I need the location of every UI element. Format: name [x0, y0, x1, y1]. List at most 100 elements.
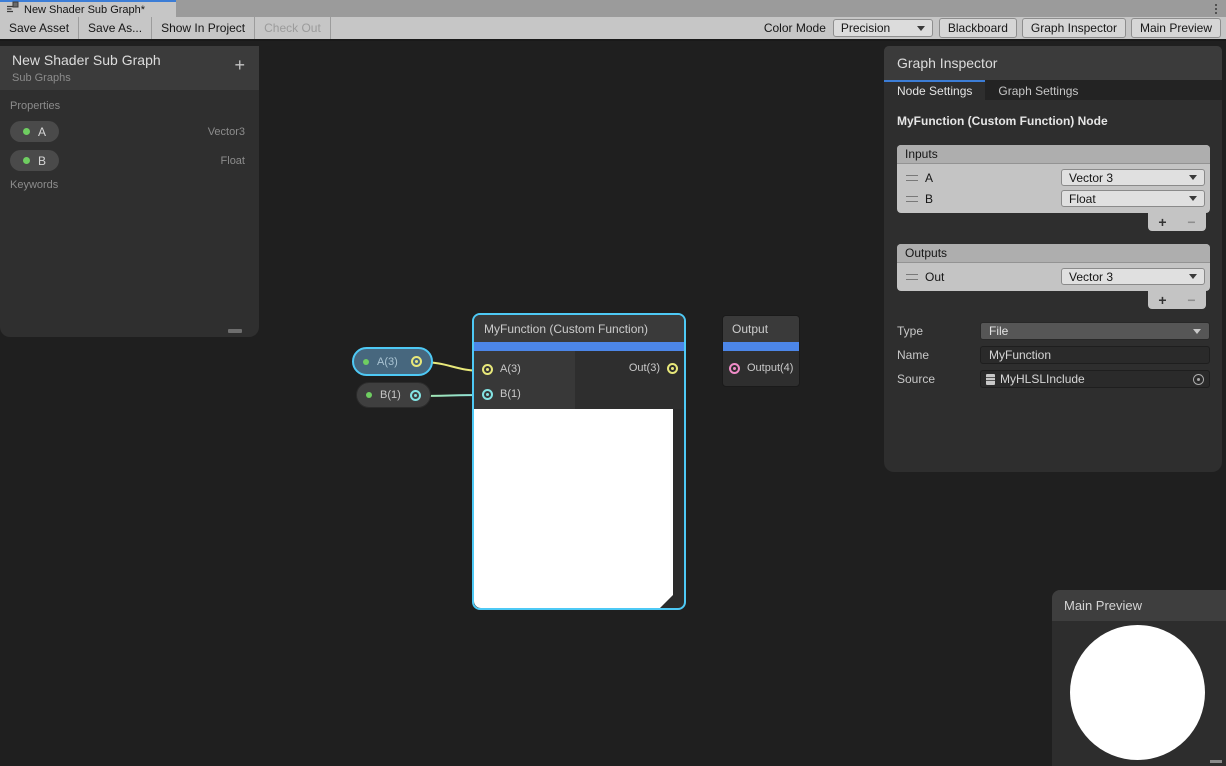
property-name: A: [38, 125, 46, 139]
port-label: B(1): [500, 388, 521, 400]
port-label: Output(4): [747, 362, 793, 374]
property-pill[interactable]: B: [10, 150, 59, 171]
type-label: Type: [897, 324, 980, 338]
input-row-a[interactable]: A Vector 3: [902, 167, 1205, 188]
tab-graph-settings[interactable]: Graph Settings: [985, 80, 1091, 100]
property-node-label: A(3): [377, 356, 403, 368]
input-type-value: Vector 3: [1069, 171, 1113, 185]
port-icon-vector3[interactable]: [411, 356, 422, 367]
main-preview-viewport[interactable]: [1052, 621, 1226, 766]
output-type-dropdown[interactable]: Vector 3: [1061, 268, 1205, 285]
output-node[interactable]: Output Output(4): [722, 315, 800, 387]
chevron-down-icon: [1189, 274, 1197, 279]
chevron-down-icon: [917, 26, 925, 31]
name-label: Name: [897, 348, 980, 362]
keywords-section-label: Keywords: [0, 179, 259, 191]
property-node-b[interactable]: B(1): [356, 382, 431, 408]
property-type: Float: [221, 155, 245, 167]
remove-output-button[interactable]: −: [1187, 293, 1195, 307]
node-preview[interactable]: [474, 409, 673, 608]
blackboard-header: New Shader Sub Graph Sub Graphs +: [0, 46, 259, 90]
input-port-a[interactable]: A(3): [474, 360, 575, 378]
port-icon-vector4[interactable]: [729, 363, 740, 374]
window-menu-icon[interactable]: [1206, 0, 1226, 17]
input-type-dropdown[interactable]: Float: [1061, 190, 1205, 207]
port-icon-vector3[interactable]: [482, 364, 493, 375]
chevron-down-icon: [1193, 329, 1201, 334]
inspector-tabs: Node Settings Graph Settings: [884, 80, 1222, 100]
output-row-out[interactable]: Out Vector 3: [902, 266, 1205, 287]
inputs-header: Inputs: [897, 145, 1210, 164]
graph-inspector-toggle-button[interactable]: Graph Inspector: [1022, 18, 1126, 38]
remove-input-button[interactable]: −: [1187, 215, 1195, 229]
source-object-field[interactable]: MyHLSLInclude: [980, 370, 1210, 388]
output-port-out[interactable]: Out(3): [629, 362, 678, 374]
graph-inspector-panel: Graph Inspector Node Settings Graph Sett…: [884, 46, 1222, 472]
drag-handle-icon[interactable]: [906, 175, 918, 181]
input-port-output[interactable]: Output(4): [723, 359, 799, 377]
save-asset-button[interactable]: Save Asset: [0, 17, 79, 39]
shader-graph-asset-icon: [6, 1, 19, 19]
exposed-dot-icon: [23, 128, 30, 135]
precision-strip: [474, 342, 684, 351]
inputs-list: Inputs A Vector 3 B Float: [897, 145, 1210, 213]
type-value: File: [989, 324, 1008, 338]
property-name: B: [38, 154, 46, 168]
blackboard-subtitle: Sub Graphs: [12, 72, 247, 84]
main-preview-title: Main Preview: [1052, 590, 1226, 621]
add-property-button[interactable]: +: [234, 56, 245, 74]
property-row-b[interactable]: B Float: [0, 150, 259, 171]
input-port-b[interactable]: B(1): [474, 385, 575, 403]
main-preview-panel: Main Preview: [1052, 590, 1226, 766]
port-label: A(3): [500, 363, 521, 375]
preview-sphere[interactable]: [1070, 625, 1205, 760]
property-node-a[interactable]: A(3): [352, 347, 433, 376]
blackboard-title: New Shader Sub Graph: [12, 52, 247, 68]
object-picker-icon[interactable]: [1193, 374, 1204, 385]
check-out-button: Check Out: [255, 17, 331, 39]
preview-collapse-handle[interactable]: [660, 595, 673, 608]
blackboard-toggle-button[interactable]: Blackboard: [939, 18, 1017, 38]
add-input-button[interactable]: +: [1158, 215, 1166, 229]
source-value: MyHLSLInclude: [1000, 372, 1085, 386]
main-preview-toggle-button[interactable]: Main Preview: [1131, 18, 1221, 38]
color-mode-dropdown[interactable]: Precision: [833, 19, 933, 37]
property-type: Vector3: [208, 126, 245, 138]
save-as-button[interactable]: Save As...: [79, 17, 152, 39]
blackboard-panel: New Shader Sub Graph Sub Graphs + Proper…: [0, 46, 259, 337]
outputs-list-footer: + −: [1148, 291, 1206, 309]
port-icon-vector3[interactable]: [667, 363, 678, 374]
tab-node-settings[interactable]: Node Settings: [884, 80, 985, 100]
node-header[interactable]: MyFunction (Custom Function): [474, 315, 684, 342]
add-output-button[interactable]: +: [1158, 293, 1166, 307]
property-row-a[interactable]: A Vector3: [0, 121, 259, 142]
property-pill[interactable]: A: [10, 121, 59, 142]
outputs-header: Outputs: [897, 244, 1210, 263]
port-icon-float[interactable]: [482, 389, 493, 400]
type-dropdown[interactable]: File: [980, 322, 1210, 340]
input-type-value: Float: [1069, 192, 1096, 206]
custom-function-node[interactable]: MyFunction (Custom Function) A(3) B(1) O…: [472, 313, 686, 610]
input-type-dropdown[interactable]: Vector 3: [1061, 169, 1205, 186]
show-in-project-button[interactable]: Show In Project: [152, 17, 255, 39]
exposed-dot-icon: [363, 359, 369, 365]
drag-handle-icon[interactable]: [906, 274, 918, 280]
inspector-title: Graph Inspector: [884, 46, 1222, 80]
inputs-list-footer: + −: [1148, 213, 1206, 231]
name-field-row: Name MyFunction: [897, 346, 1210, 364]
function-name-input[interactable]: MyFunction: [980, 346, 1210, 364]
input-row-b[interactable]: B Float: [902, 188, 1205, 209]
tab-title: New Shader Sub Graph*: [24, 4, 145, 16]
chevron-down-icon: [1189, 196, 1197, 201]
main-preview-resize-handle[interactable]: [1210, 760, 1222, 763]
blackboard-resize-handle[interactable]: [228, 329, 242, 333]
output-type-value: Vector 3: [1069, 270, 1113, 284]
property-node-label: B(1): [380, 389, 402, 401]
node-header[interactable]: Output: [723, 316, 799, 342]
port-label: Out(3): [629, 362, 660, 374]
drag-handle-icon[interactable]: [906, 196, 918, 202]
port-icon-float[interactable]: [410, 390, 421, 401]
exposed-dot-icon: [366, 392, 372, 398]
tab-new-shader-sub-graph[interactable]: New Shader Sub Graph*: [0, 0, 176, 17]
output-name: Out: [925, 270, 944, 284]
